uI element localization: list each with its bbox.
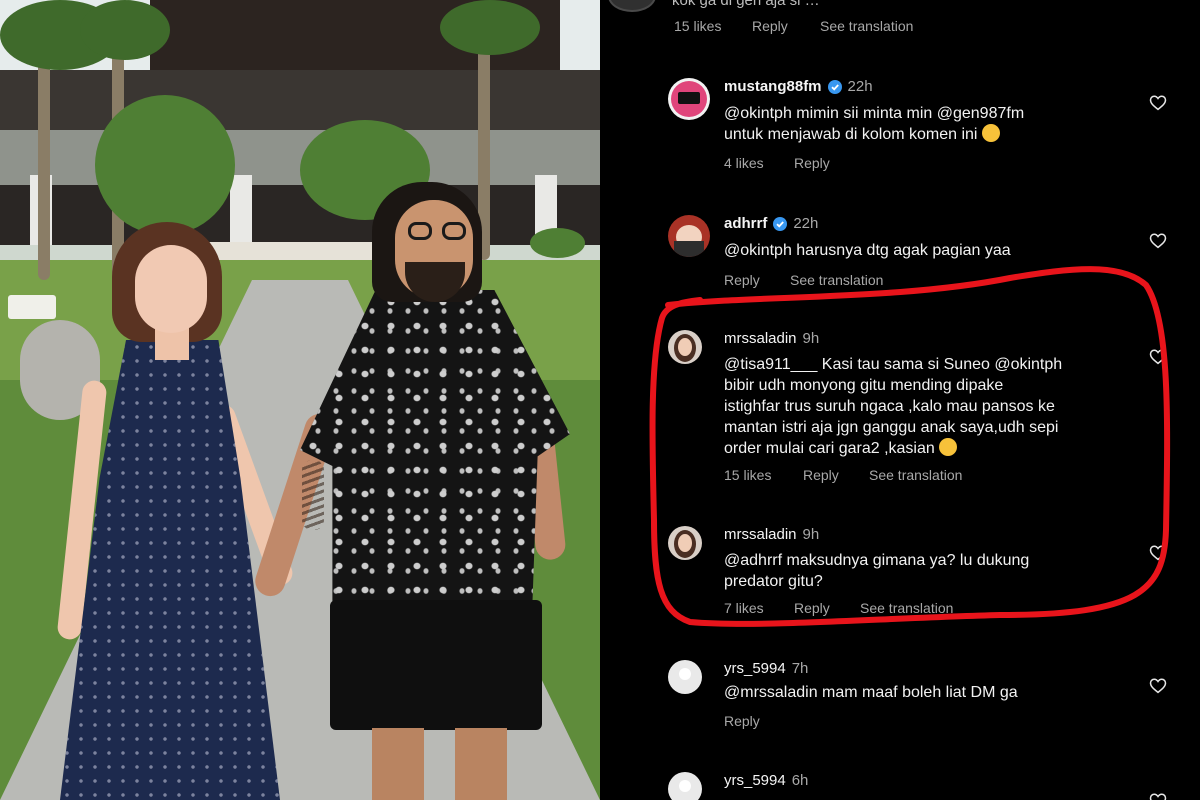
comment-time: 6h	[791, 772, 809, 789]
heart-outline-icon[interactable]	[1149, 792, 1167, 800]
reply-button[interactable]: Reply	[724, 272, 760, 288]
avatar[interactable]	[668, 330, 702, 364]
heart-outline-icon[interactable]	[1149, 232, 1167, 250]
glasses	[408, 222, 470, 242]
likes-count[interactable]: 4 likes	[724, 155, 764, 171]
comment-header: yrs_5994 6h	[724, 772, 808, 789]
arm-tattoo	[302, 460, 324, 530]
username[interactable]: mrssaladin	[724, 330, 797, 347]
comment-time: 22h	[793, 215, 819, 232]
woman-face	[135, 245, 207, 333]
comment-text: @okintph harusnya dtg agak pagian yaa	[724, 240, 1144, 261]
comment-time: 9h	[802, 330, 820, 347]
likes-count[interactable]: 15 likes	[724, 467, 771, 483]
verified-badge-icon	[773, 216, 788, 231]
avatar[interactable]	[668, 78, 710, 120]
avatar[interactable]	[668, 215, 710, 257]
comment-line: predator gitu?	[724, 573, 823, 590]
comment-line: @adhrrf maksudnya gimana ya? lu dukung	[724, 552, 1030, 569]
smiling-face-emoji	[981, 124, 1000, 142]
palm-crown	[80, 0, 170, 60]
comment-line: untuk menjawab di kolom komen ini	[724, 124, 1144, 145]
comment-meta: Reply See translation	[724, 272, 1024, 292]
reply-button[interactable]: Reply	[794, 155, 830, 171]
comment-meta: 15 likes Reply See translation	[674, 18, 974, 38]
comment-line: @mrssaladin mam maaf boleh liat DM ga	[724, 684, 1018, 701]
heart-outline-icon[interactable]	[1149, 94, 1167, 112]
comment-meta: 4 likes Reply	[724, 155, 1024, 175]
heart-outline-icon[interactable]	[1149, 677, 1167, 695]
comment-header: mrssaladin 9h	[724, 330, 819, 347]
avatar[interactable]	[668, 660, 702, 694]
comment-item: mustang88fm 22h @okintph mimin sii minta…	[668, 78, 1188, 178]
comment-line: order mulai cari gara2 ,kasian	[724, 438, 1144, 459]
comment-header: mrssaladin 9h	[724, 526, 819, 543]
comment-header: adhrrf 22h	[724, 215, 818, 232]
man-leg	[372, 728, 424, 800]
verified-badge-icon	[827, 79, 842, 94]
comment-meta: Reply	[724, 713, 924, 733]
tree-bush	[530, 228, 585, 258]
username[interactable]: adhrrf	[724, 215, 767, 232]
couple-photo	[0, 0, 600, 800]
reply-button[interactable]: Reply	[752, 18, 788, 34]
pillar	[230, 175, 252, 245]
building-lower	[0, 185, 600, 245]
comment-item: mrssaladin 9h @adhrrf maksudnya gimana y…	[668, 526, 1188, 621]
comment-text: @okintph mimin sii minta min @gen987fm u…	[724, 103, 1144, 145]
username[interactable]: mrssaladin	[724, 526, 797, 543]
see-translation-link[interactable]: See translation	[790, 272, 883, 288]
comment-text: @mrssaladin mam maaf boleh liat DM ga	[724, 682, 1144, 703]
comment-meta: 15 likes Reply See translation	[724, 467, 1044, 487]
username[interactable]: yrs_5994	[724, 660, 786, 677]
comment-text-cut: kok ga di gen aja si …	[672, 0, 820, 9]
comment-time: 9h	[802, 526, 820, 543]
comment-time: 7h	[791, 660, 809, 677]
username[interactable]: yrs_5994	[724, 772, 786, 789]
man-shorts	[330, 600, 542, 730]
comment-text: @adhrrf maksudnya gimana ya? lu dukung p…	[724, 550, 1144, 592]
avatar[interactable]	[668, 526, 702, 560]
see-translation-link[interactable]: See translation	[869, 467, 962, 483]
comment-meta: 7 likes Reply See translation	[724, 600, 1044, 620]
heart-outline-icon[interactable]	[1149, 348, 1167, 366]
likes-count[interactable]: 15 likes	[674, 18, 721, 34]
palm-crown	[440, 0, 540, 55]
reply-button[interactable]: Reply	[724, 713, 760, 729]
comment-line: mantan istri aja jgn ganggu anak saya,ud…	[724, 419, 1059, 436]
reply-button[interactable]: Reply	[803, 467, 839, 483]
tree-bush	[95, 95, 235, 235]
man-leg	[455, 728, 507, 800]
comment-text: @tisa911___ Kasi tau sama si Suneo @okin…	[724, 354, 1144, 459]
comment-item: yrs_5994 7h @mrssaladin mam maaf boleh l…	[668, 660, 1188, 735]
comment-line: @tisa911___ Kasi tau sama si Suneo @okin…	[724, 356, 1063, 373]
comment-line: @okintph harusnya dtg agak pagian yaa	[724, 242, 1011, 259]
comment-line: bibir udh monyong gitu mending dipake	[724, 377, 1004, 394]
comment-time: 22h	[847, 78, 873, 95]
comment-header: yrs_5994 7h	[724, 660, 808, 677]
avatar[interactable]	[668, 772, 702, 800]
garden-lamp	[8, 295, 56, 319]
face-with-tears-of-joy-emoji	[939, 438, 958, 456]
comment-item: mrssaladin 9h @tisa911___ Kasi tau sama …	[668, 330, 1188, 490]
comment-item: adhrrf 22h @okintph harusnya dtg agak pa…	[668, 215, 1188, 295]
comment-line: istighfar trus suruh ngaca ,kalo mau pan…	[724, 398, 1055, 415]
likes-count[interactable]: 7 likes	[724, 600, 764, 616]
username[interactable]: mustang88fm	[724, 78, 822, 95]
see-translation-link[interactable]: See translation	[820, 18, 913, 34]
heart-outline-icon[interactable]	[1149, 544, 1167, 562]
see-translation-link[interactable]: See translation	[860, 600, 953, 616]
comment-line: @okintph mimin sii minta min @gen987fm	[724, 105, 1025, 122]
comment-item: yrs_5994 6h	[668, 772, 1188, 800]
comment-header: mustang88fm 22h	[724, 78, 873, 95]
reply-button[interactable]: Reply	[794, 600, 830, 616]
